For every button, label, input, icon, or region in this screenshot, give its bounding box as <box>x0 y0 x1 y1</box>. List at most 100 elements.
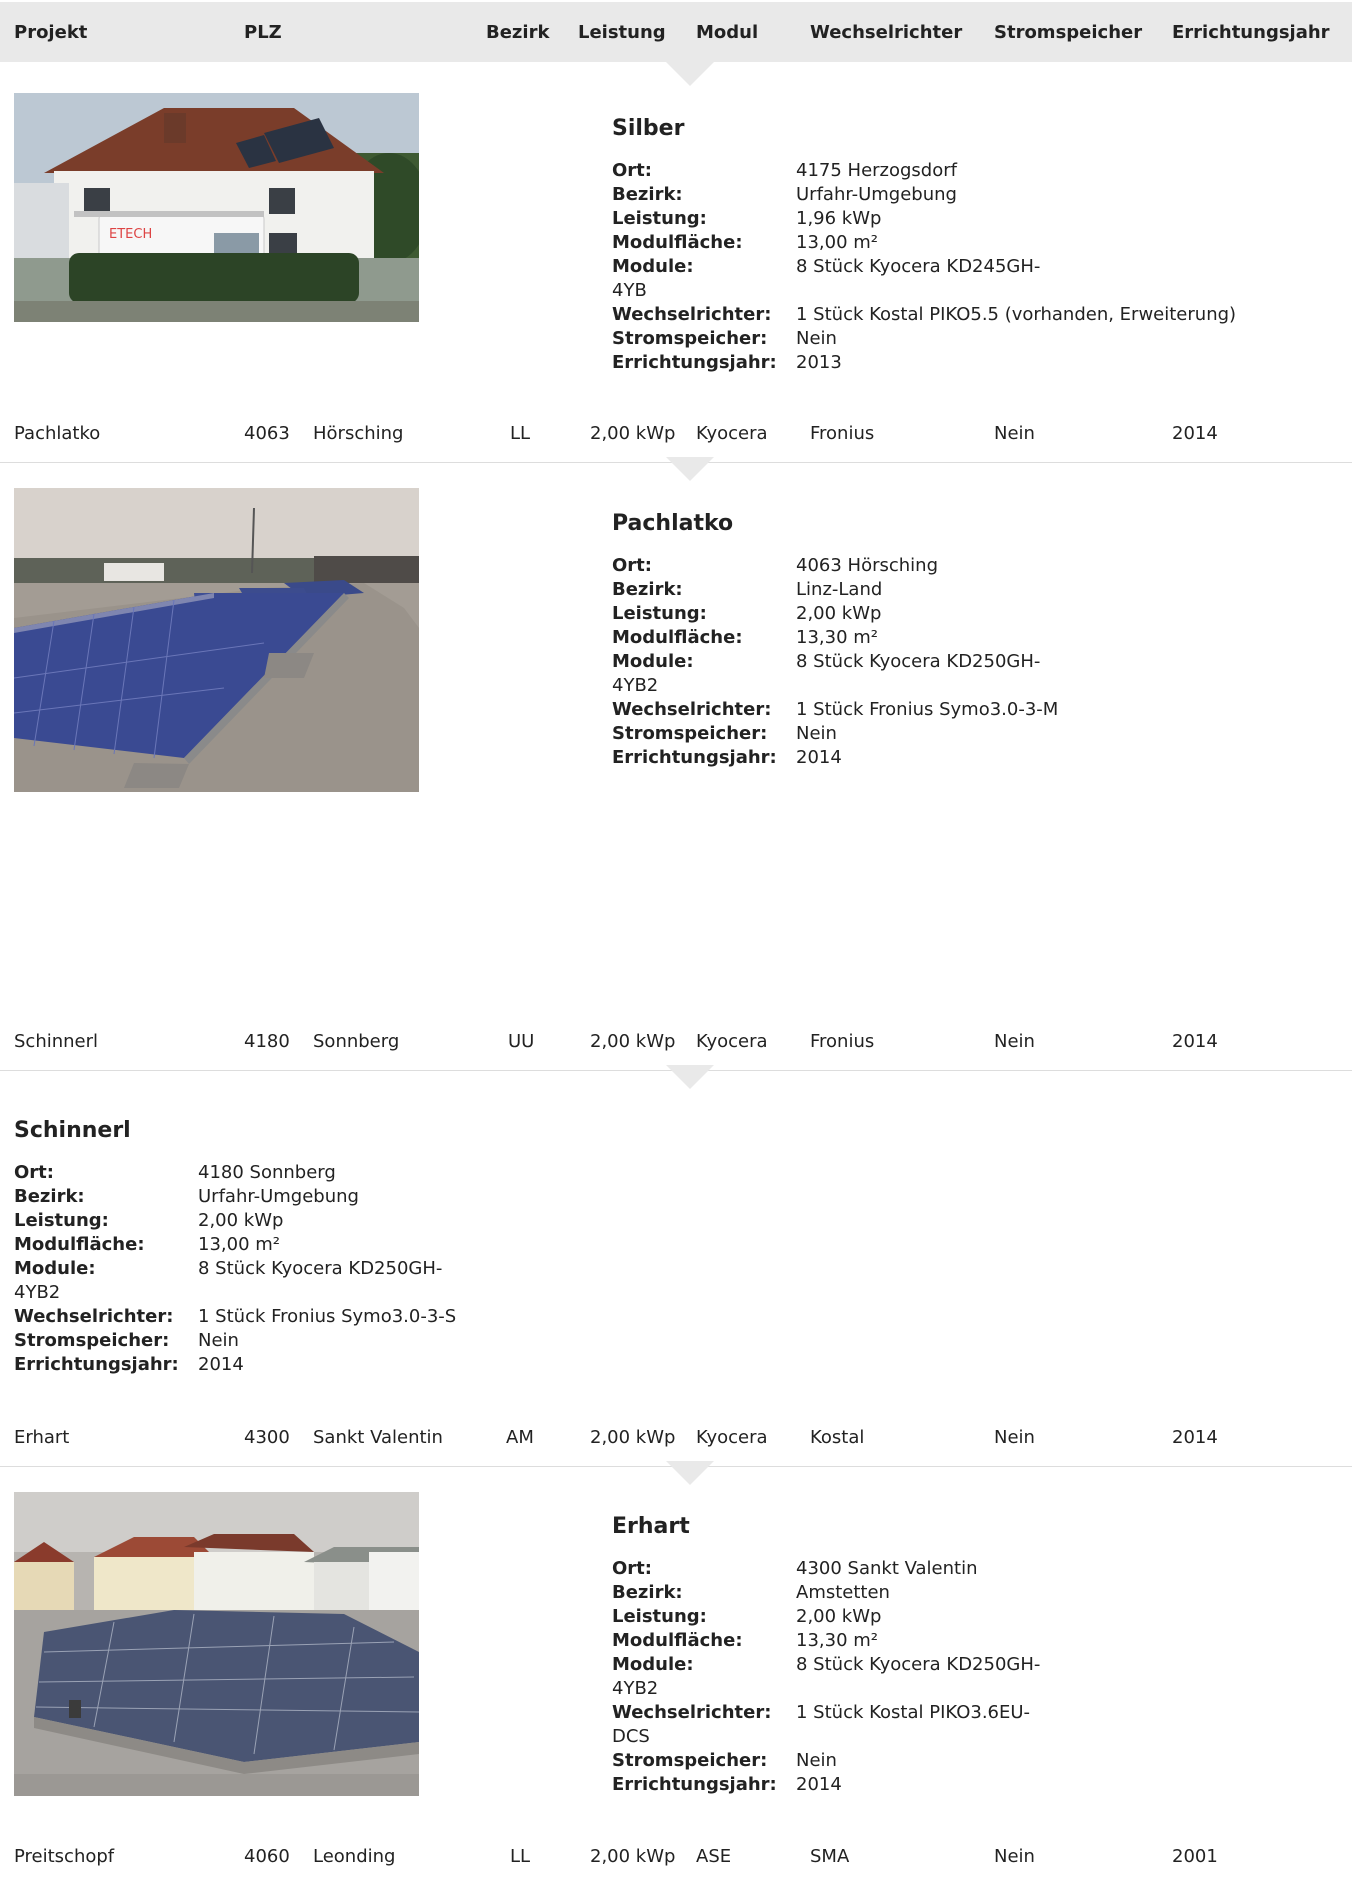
value-bezirk: Urfahr-Umgebung <box>198 1186 359 1207</box>
value-bezirk: Urfahr-Umgebung <box>796 184 957 205</box>
value-errichtungsjahr: 2014 <box>198 1354 244 1375</box>
value-ort: 4175 Herzogsdorf <box>796 160 957 181</box>
cell-wechselrichter: Fronius <box>810 423 875 444</box>
detail-title: Schinnerl <box>14 1118 131 1143</box>
value-stromspeicher: Nein <box>796 723 837 744</box>
value-leistung: 2,00 kWp <box>796 1606 882 1627</box>
label-bezirk: Bezirk: <box>14 1186 85 1207</box>
cell-leistung: 2,00 kWp <box>590 1846 676 1867</box>
detail-list: Ort: 4300 Sankt Valentin Bezirk: Amstetten… <box>612 1557 1342 1797</box>
cell-stromspeicher: Nein <box>994 423 1035 444</box>
label-wechselrichter: Wechselrichter: <box>612 699 772 720</box>
value-modulflaeche: 13,00 m² <box>796 232 879 253</box>
column-header-projekt[interactable]: Projekt <box>14 22 87 43</box>
value-modulflaeche: 13,30 m² <box>796 1630 879 1651</box>
detail-list: Ort: 4175 Herzogsdorf Bezirk: Urfahr-Umgeb… <box>612 159 1342 375</box>
project-photo-house[interactable]: ETECH <box>14 93 419 322</box>
value-modulflaeche: 13,00 m² <box>198 1234 281 1255</box>
label-wechselrichter: Wechselrichter: <box>612 304 772 325</box>
value-module: 8 Stück Kyocera KD245GH- <box>796 256 1041 277</box>
project-photo-flat-roof[interactable] <box>14 488 419 792</box>
expanded-indicator <box>666 62 714 86</box>
label-leistung: Leistung: <box>612 1606 707 1627</box>
value-module: 8 Stück Kyocera KD250GH- <box>198 1258 443 1279</box>
column-header-stromspeicher[interactable]: Stromspeicher <box>994 22 1142 43</box>
cell-ort: Hörsching <box>313 423 404 444</box>
table-row[interactable]: Preitschopf 4060 Leonding LL 2,00 kWp AS… <box>0 1846 1352 1886</box>
table-header: Projekt PLZ Bezirk Leistung Modul Wechse… <box>0 2 1352 62</box>
cell-modul: Kyocera <box>696 423 768 444</box>
detail-title: Pachlatko <box>612 511 734 536</box>
label-ort: Ort: <box>14 1162 54 1183</box>
cell-projekt: Pachlatko <box>14 423 101 444</box>
column-header-plz[interactable]: PLZ <box>244 22 282 43</box>
column-header-modul[interactable]: Modul <box>696 22 758 43</box>
value-leistung: 2,00 kWp <box>198 1210 284 1231</box>
value-stromspeicher: Nein <box>198 1330 239 1351</box>
cell-ort: Leonding <box>313 1846 396 1867</box>
label-ort: Ort: <box>612 555 652 576</box>
cell-errichtungsjahr: 2001 <box>1172 1846 1218 1867</box>
cell-ort: Sonnberg <box>313 1031 400 1052</box>
label-modulflaeche: Modulfläche: <box>612 627 743 648</box>
label-errichtungsjahr: Errichtungsjahr: <box>612 747 777 768</box>
cell-modul: Kyocera <box>696 1427 768 1448</box>
cell-stromspeicher: Nein <box>994 1031 1035 1052</box>
value-modulflaeche: 13,30 m² <box>796 627 879 648</box>
cell-wechselrichter: Fronius <box>810 1031 875 1052</box>
label-modulflaeche: Modulfläche: <box>14 1234 145 1255</box>
label-module: Module: <box>612 651 694 672</box>
label-stromspeicher: Stromspeicher: <box>14 1330 170 1351</box>
value-module-continued: 4YB2 <box>612 675 659 696</box>
value-leistung: 2,00 kWp <box>796 603 882 624</box>
project-photo-rooftop[interactable] <box>14 1492 419 1796</box>
value-module: 8 Stück Kyocera KD250GH- <box>796 651 1041 672</box>
label-ort: Ort: <box>612 1558 652 1579</box>
cell-plz: 4300 <box>244 1427 290 1448</box>
cell-wechselrichter: Kostal <box>810 1427 865 1448</box>
cell-ort: Sankt Valentin <box>313 1427 443 1448</box>
label-module: Module: <box>612 1654 694 1675</box>
label-leistung: Leistung: <box>14 1210 109 1231</box>
value-leistung: 1,96 kWp <box>796 208 882 229</box>
value-errichtungsjahr: 2014 <box>796 747 842 768</box>
cell-leistung: 2,00 kWp <box>590 1427 676 1448</box>
label-modulflaeche: Modulfläche: <box>612 1630 743 1651</box>
expanded-indicator <box>666 1461 714 1485</box>
cell-leistung: 2,00 kWp <box>590 1031 676 1052</box>
value-ort: 4300 Sankt Valentin <box>796 1558 978 1579</box>
label-ort: Ort: <box>612 160 652 181</box>
cell-modul: ASE <box>696 1846 732 1867</box>
value-errichtungsjahr: 2014 <box>796 1774 842 1795</box>
detail-list: Ort: 4063 Hörsching Bezirk: Linz-Land Leis… <box>612 554 1342 770</box>
value-module-continued: 4YB <box>612 280 647 301</box>
cell-plz: 4060 <box>244 1846 290 1867</box>
value-errichtungsjahr: 2013 <box>796 352 842 373</box>
label-bezirk: Bezirk: <box>612 1582 683 1603</box>
label-errichtungsjahr: Errichtungsjahr: <box>14 1354 179 1375</box>
value-module-continued: 4YB2 <box>612 1678 659 1699</box>
cell-bezirk: LL <box>510 1846 531 1867</box>
label-leistung: Leistung: <box>612 208 707 229</box>
label-wechselrichter: Wechselrichter: <box>14 1306 174 1327</box>
value-ort: 4063 Hörsching <box>796 555 938 576</box>
column-header-bezirk[interactable]: Bezirk <box>486 22 549 43</box>
label-module: Module: <box>14 1258 96 1279</box>
value-wechselrichter: 1 Stück Fronius Symo3.0-3-S <box>198 1306 457 1327</box>
label-stromspeicher: Stromspeicher: <box>612 723 768 744</box>
column-header-errichtungsjahr[interactable]: Errichtungsjahr <box>1172 22 1330 43</box>
svg-text:ETECH: ETECH <box>109 227 152 242</box>
detail-title: Silber <box>612 116 685 141</box>
cell-errichtungsjahr: 2014 <box>1172 1427 1218 1448</box>
cell-projekt: Preitschopf <box>14 1846 115 1867</box>
value-module: 8 Stück Kyocera KD250GH- <box>796 1654 1041 1675</box>
label-errichtungsjahr: Errichtungsjahr: <box>612 352 777 373</box>
label-stromspeicher: Stromspeicher: <box>612 1750 768 1771</box>
value-bezirk: Amstetten <box>796 1582 890 1603</box>
column-header-leistung[interactable]: Leistung <box>578 22 666 43</box>
value-bezirk: Linz-Land <box>796 579 883 600</box>
value-wechselrichter: 1 Stück Kostal PIKO3.6EU- <box>796 1702 1031 1723</box>
value-module-continued: 4YB2 <box>14 1282 61 1303</box>
column-header-wechselrichter[interactable]: Wechselrichter <box>810 22 962 43</box>
cell-leistung: 2,00 kWp <box>590 423 676 444</box>
